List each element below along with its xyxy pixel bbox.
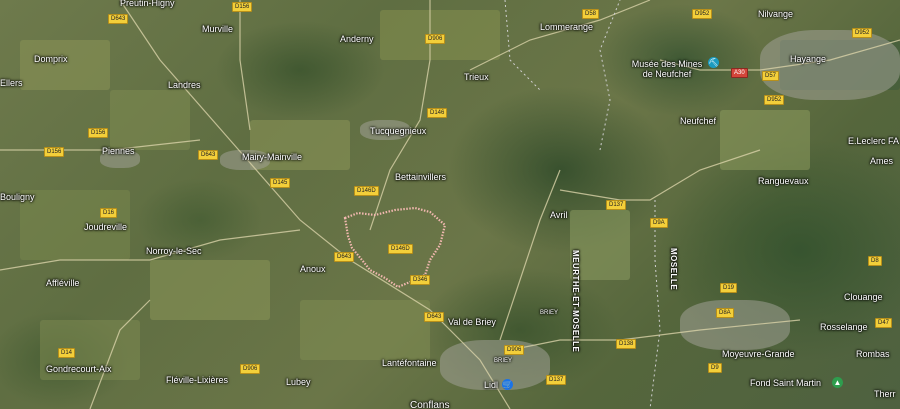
place-label-rosselange[interactable]: Rosselange bbox=[820, 322, 868, 332]
road-shield-d58: D58 bbox=[582, 9, 600, 19]
map-overlay bbox=[0, 0, 900, 409]
place-label-val-de-briey[interactable]: Val de Briey bbox=[448, 317, 496, 327]
road-shield-d9a: D9A bbox=[650, 218, 668, 228]
road-shield-d9: D9 bbox=[708, 363, 722, 373]
place-label-nilvange[interactable]: Nilvange bbox=[758, 9, 793, 19]
satellite-map[interactable]: Preutin-Higny Murville Anderny Lommerang… bbox=[0, 0, 900, 409]
road-shield-a30: A30 bbox=[731, 68, 748, 78]
dept-boundary bbox=[599, 0, 621, 151]
road-shield-d14: D14 bbox=[58, 348, 76, 358]
place-label-hayange[interactable]: Hayange bbox=[790, 54, 826, 64]
place-label-piennes[interactable]: Piennes bbox=[102, 146, 135, 156]
place-label-ellers[interactable]: Ellers bbox=[0, 78, 23, 88]
road-shield-d8a: D8A bbox=[716, 308, 734, 318]
place-label-lubey[interactable]: Lubey bbox=[286, 377, 311, 387]
road-shield-d137-b: D137 bbox=[546, 375, 567, 385]
place-label-lidl[interactable]: Lidl bbox=[484, 380, 498, 390]
road-shield-d643: D643 bbox=[108, 14, 129, 24]
road-shield-d952: D952 bbox=[692, 9, 713, 19]
place-label-therr[interactable]: Therr bbox=[874, 389, 896, 399]
place-label-rombas[interactable]: Rombas bbox=[856, 349, 890, 359]
road-shield-d146d: D146D bbox=[354, 186, 379, 196]
road-shield-d146: D146 bbox=[427, 108, 448, 118]
place-label-affleville[interactable]: Affléville bbox=[46, 278, 79, 288]
road-shield-d156: D156 bbox=[232, 2, 253, 12]
road-shield-d47: D47 bbox=[875, 318, 893, 328]
road-shield-d16: D16 bbox=[100, 208, 118, 218]
place-label-conflans-partial[interactable]: Conflans bbox=[410, 400, 449, 409]
road-shield-d952-c: D952 bbox=[764, 95, 785, 105]
place-label-anderny[interactable]: Anderny bbox=[340, 34, 374, 44]
place-label-domprix[interactable]: Domprix bbox=[34, 54, 68, 64]
place-label-norroy-le-sec[interactable]: Norroy-le-Sec bbox=[146, 246, 202, 256]
road-shield-d643-b: D643 bbox=[198, 150, 219, 160]
road-shield-d146d-b: D146D bbox=[388, 244, 413, 254]
road-shield-d906-c: D906 bbox=[240, 364, 261, 374]
region-label-moselle: MOSELLE bbox=[669, 248, 678, 291]
road-shield-d156-c: D156 bbox=[44, 147, 65, 157]
place-label-joudreville[interactable]: Joudreville bbox=[84, 222, 127, 232]
shopping-cart-icon[interactable]: 🛒 bbox=[502, 379, 513, 390]
place-label-fond-saint-martin[interactable]: Fond Saint Martin bbox=[750, 378, 821, 388]
road-network bbox=[0, 0, 900, 409]
road-shield-d906: D906 bbox=[425, 34, 446, 44]
place-label-bouligny[interactable]: Bouligny bbox=[0, 192, 35, 202]
park-pin-icon[interactable]: ▲ bbox=[832, 377, 843, 388]
place-label-murville[interactable]: Murville bbox=[202, 24, 233, 34]
place-label-anoux[interactable]: Anoux bbox=[300, 264, 326, 274]
road-shield-d643-e: D643 bbox=[424, 312, 445, 322]
road-shield-d952-b: D952 bbox=[852, 28, 873, 38]
place-label-moyeuvre-grande[interactable]: Moyeuvre-Grande bbox=[722, 349, 795, 359]
place-label-lantefontaine[interactable]: Lantéfontaine bbox=[382, 358, 437, 368]
place-label-lommerange[interactable]: Lommerange bbox=[540, 22, 593, 32]
place-label-landres[interactable]: Landres bbox=[168, 80, 201, 90]
road-shield-d138: D138 bbox=[616, 339, 637, 349]
place-label-bettainvillers[interactable]: Bettainvillers bbox=[395, 172, 446, 182]
place-label-musee-des-mines[interactable]: Musée des Mines de Neufchef bbox=[630, 59, 704, 79]
place-label-neufchef[interactable]: Neufchef bbox=[680, 116, 716, 126]
road-shield-d19: D19 bbox=[720, 283, 738, 293]
place-label-briey-small-2: BRIEY bbox=[494, 358, 513, 364]
place-label-ranguevaux[interactable]: Ranguevaux bbox=[758, 176, 809, 186]
place-label-preutin-higny[interactable]: Preutin-Higny bbox=[120, 0, 175, 8]
place-label-tucquegnieux[interactable]: Tucquegnieux bbox=[370, 126, 426, 136]
place-label-mairy-mainville[interactable]: Mairy-Mainville bbox=[242, 152, 302, 162]
road-shield-d137: D137 bbox=[606, 200, 627, 210]
dept-boundary bbox=[649, 200, 661, 409]
road-shield-d8: D8 bbox=[868, 256, 882, 266]
road-shield-d643-d: D643 bbox=[334, 252, 355, 262]
dept-boundary bbox=[504, 0, 541, 91]
place-label-briey-small: BRIEY bbox=[540, 310, 559, 316]
region-label-meurthe-et-moselle: MEURTHE-ET-MOSELLE bbox=[571, 250, 580, 353]
place-label-clouange[interactable]: Clouange bbox=[844, 292, 883, 302]
place-label-e-leclerc[interactable]: E.Leclerc FA bbox=[848, 136, 899, 146]
road-shield-d906-b: D906 bbox=[504, 345, 525, 355]
museum-pin-icon[interactable]: ⛏ bbox=[708, 57, 719, 68]
place-label-ames[interactable]: Ames bbox=[870, 156, 893, 166]
place-label-fleville-lixieres[interactable]: Fléville-Lixières bbox=[166, 375, 228, 385]
place-label-avril[interactable]: Avril bbox=[550, 210, 567, 220]
road-shield-d156-b: D156 bbox=[88, 128, 109, 138]
road-shield-d57: D57 bbox=[762, 71, 780, 81]
road-shield-d145: D145 bbox=[270, 178, 291, 188]
place-label-trieux[interactable]: Trieux bbox=[464, 72, 489, 82]
road-shield-d346: D346 bbox=[410, 275, 431, 285]
place-label-gondrecourt-aix[interactable]: Gondrecourt-Aix bbox=[46, 364, 112, 374]
